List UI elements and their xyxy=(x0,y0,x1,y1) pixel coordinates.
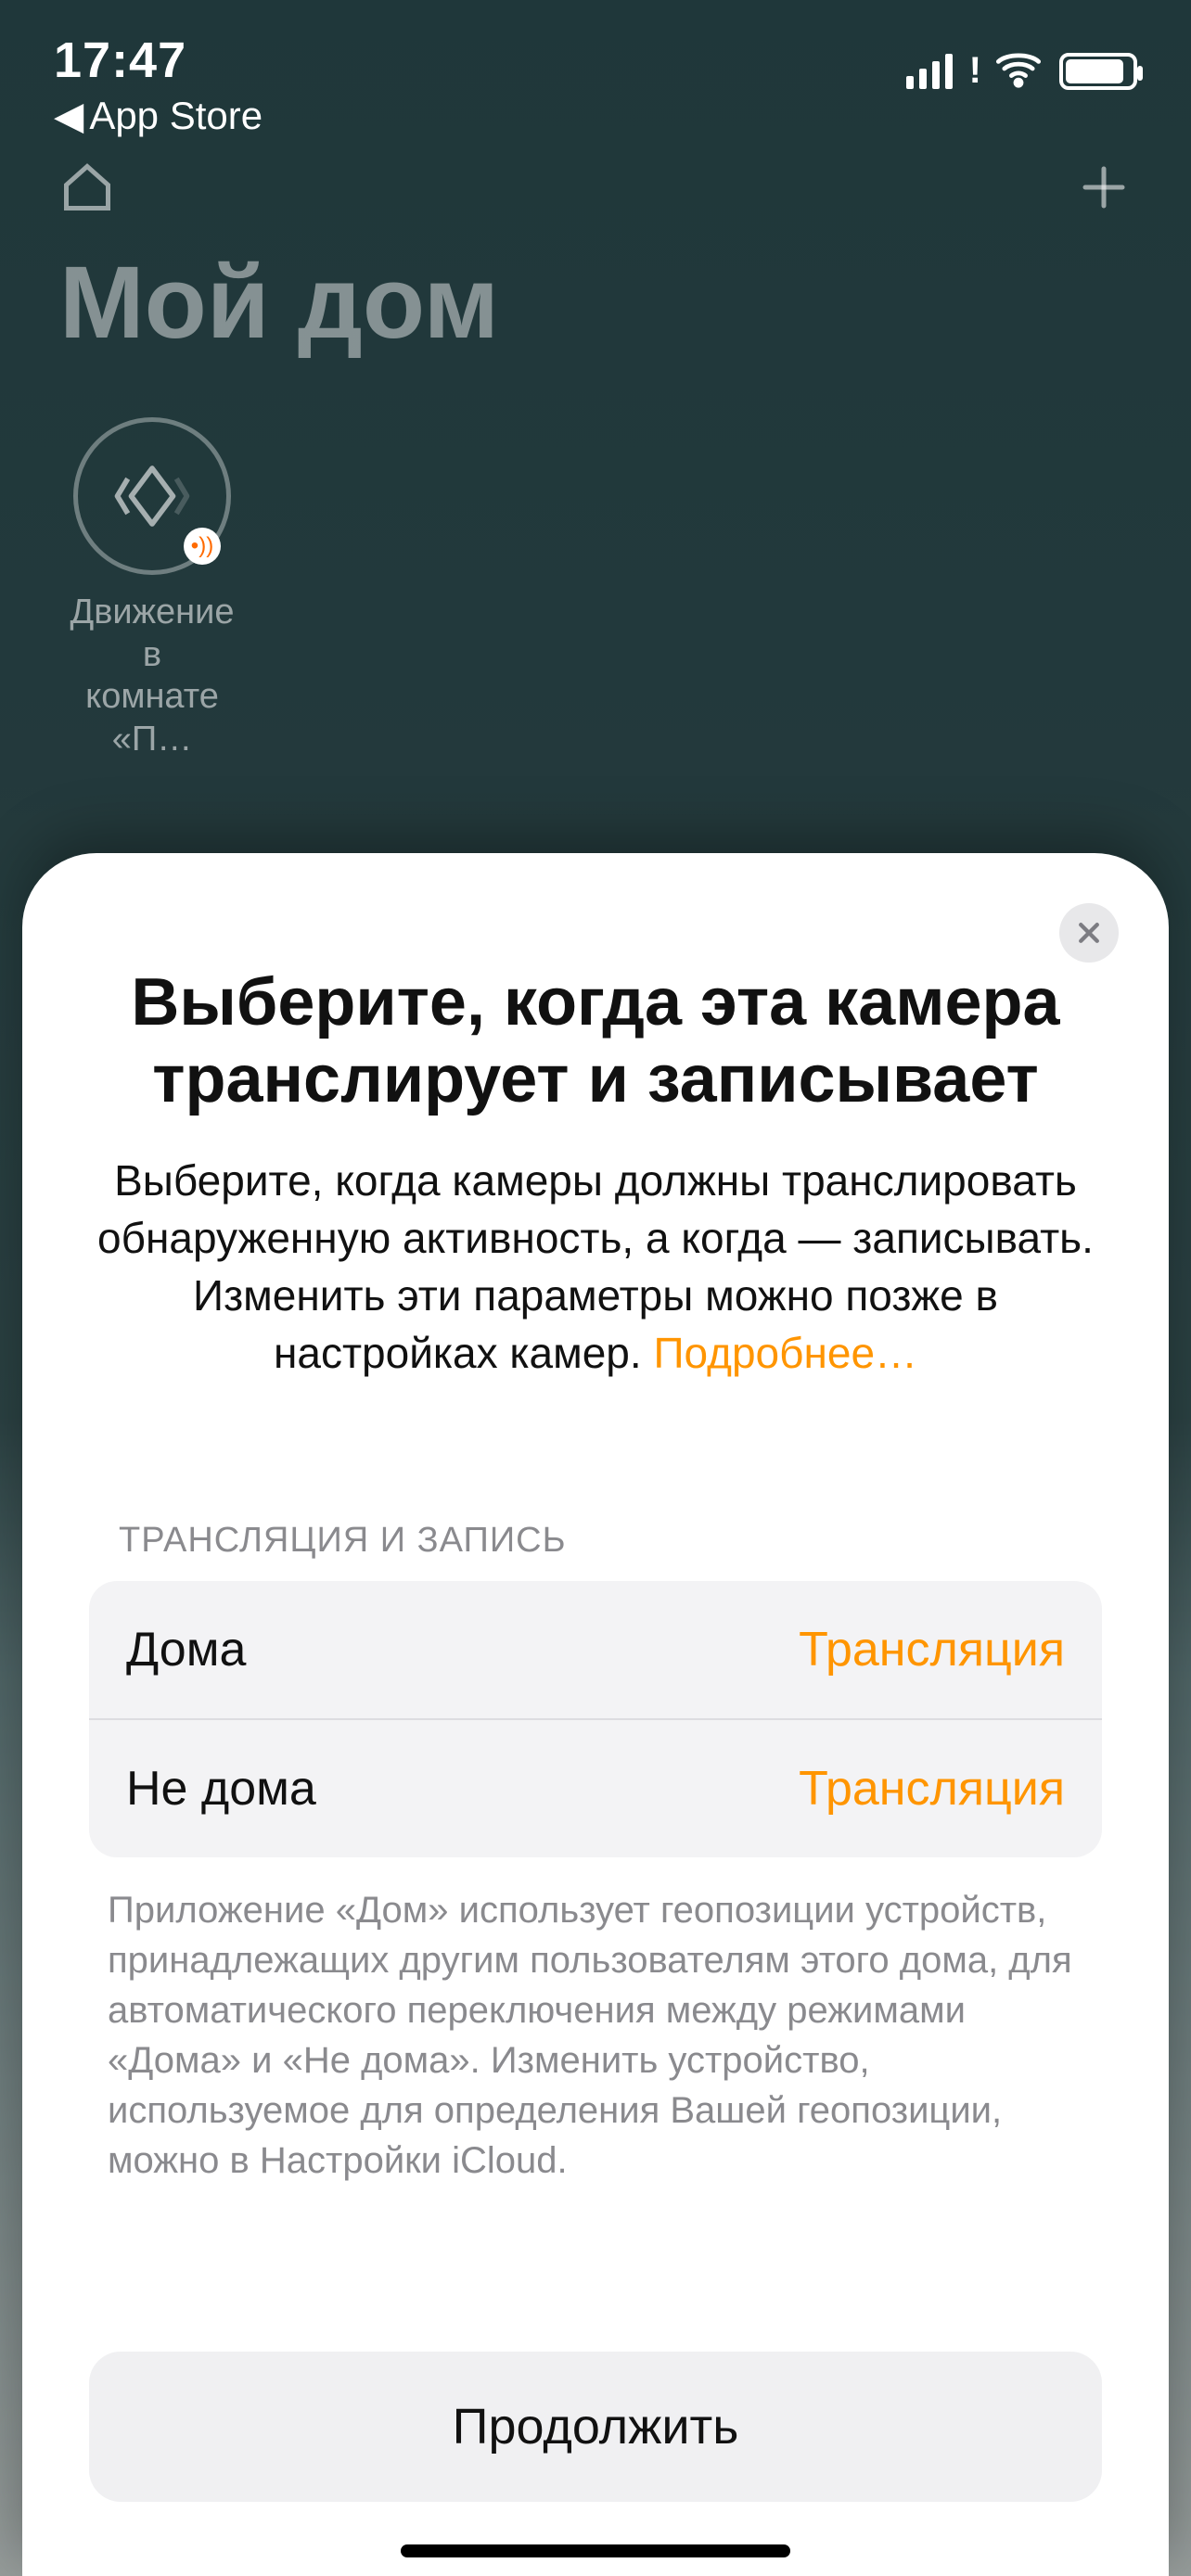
signal-alert-icon: ! xyxy=(969,50,981,92)
row-home-label: Дома xyxy=(126,1622,246,1677)
row-home-value: Трансляция xyxy=(799,1622,1065,1677)
stream-record-group-label: ТРАНСЛЯЦИЯ И ЗАПИСЬ xyxy=(119,1521,1102,1561)
back-app-label: App Store xyxy=(89,94,263,138)
sheet-description: Выберите, когда камеры должны транслиров… xyxy=(89,1152,1102,1382)
home-app-background: Мой дом •)) Движение в комнате «П… Избра… xyxy=(0,148,1191,916)
home-indicator[interactable] xyxy=(401,2544,790,2557)
status-time: 17:47 xyxy=(54,32,186,89)
continue-button[interactable]: Продолжить xyxy=(89,2352,1102,2502)
back-chevron-icon: ◀ xyxy=(54,93,83,138)
learn-more-link[interactable]: Подробнее… xyxy=(653,1329,917,1377)
battery-icon xyxy=(1059,53,1137,90)
home-icon[interactable] xyxy=(59,159,115,220)
accessory-label: Движение в комнате «П… xyxy=(59,592,245,760)
alert-badge-icon: •)) xyxy=(184,528,221,565)
footer-note: Приложение «Дом» использует геопозиции у… xyxy=(108,1885,1083,2186)
motion-sensor-icon: •)) xyxy=(73,417,231,575)
row-away-value: Трансляция xyxy=(799,1761,1065,1817)
close-button[interactable] xyxy=(1059,903,1119,963)
row-away[interactable]: Не дома Трансляция xyxy=(89,1718,1102,1857)
accessory-tile[interactable]: •)) Движение в комнате «П… xyxy=(59,417,245,760)
stream-record-list: Дома Трансляция Не дома Трансляция xyxy=(89,1581,1102,1857)
home-title: Мой дом xyxy=(59,244,1132,362)
sheet-title: Выберите, когда эта камера транслирует и… xyxy=(89,964,1102,1118)
back-to-app[interactable]: ◀ App Store xyxy=(54,93,263,138)
row-away-label: Не дома xyxy=(126,1761,316,1817)
status-bar: 17:47 ◀ App Store ! xyxy=(0,0,1191,130)
add-icon[interactable] xyxy=(1076,159,1132,220)
camera-setup-sheet: Выберите, когда эта камера транслирует и… xyxy=(22,853,1169,2576)
cellular-signal-icon xyxy=(906,54,953,89)
wifi-icon xyxy=(994,45,1043,97)
row-home[interactable]: Дома Трансляция xyxy=(89,1581,1102,1718)
